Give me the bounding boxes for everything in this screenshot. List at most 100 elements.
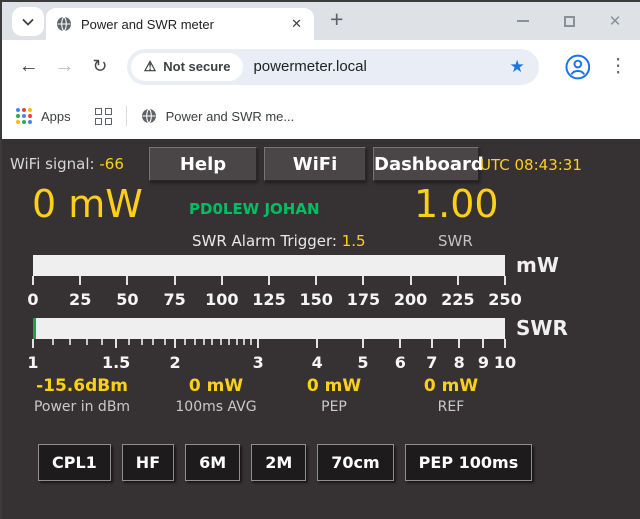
swr-alarm-trigger: SWR Alarm Trigger: 1.5 bbox=[192, 232, 366, 250]
stat-value: 0 mW bbox=[175, 376, 256, 396]
not-secure-chip[interactable]: ⚠ Not secure bbox=[131, 53, 244, 81]
tab-close-icon[interactable]: ✕ bbox=[289, 16, 304, 32]
meter-major-tick bbox=[257, 339, 259, 348]
meter-tick-label: 125 bbox=[252, 290, 285, 309]
stat-value: 0 mW bbox=[307, 376, 361, 396]
tab-search-button[interactable] bbox=[12, 7, 44, 36]
header-button-dashboard[interactable]: Dashboard bbox=[373, 147, 479, 181]
apps-label[interactable]: Apps bbox=[41, 109, 71, 124]
stat-value: 0 mW bbox=[424, 376, 478, 396]
globe-bookmark-icon bbox=[141, 108, 157, 124]
tab-strip: Power and SWR meter ✕ + ✕ bbox=[2, 2, 640, 40]
reading-list-grid-icon[interactable] bbox=[95, 108, 112, 125]
meter-minor-tick bbox=[203, 339, 205, 345]
meter-minor-tick bbox=[211, 339, 213, 345]
meter-major-tick bbox=[504, 339, 506, 348]
address-bar[interactable]: ⚠ Not secure powermeter.local ★ bbox=[127, 49, 539, 85]
meter-unit-label: SWR bbox=[516, 318, 568, 339]
header-buttons: HelpWiFiDashboard bbox=[149, 147, 479, 181]
swr-caption: SWR bbox=[438, 232, 473, 250]
meter-major-tick bbox=[399, 339, 401, 348]
url-text[interactable]: powermeter.local bbox=[253, 58, 509, 75]
meter-major-tick bbox=[458, 339, 460, 348]
new-tab-button[interactable]: + bbox=[330, 6, 343, 33]
warning-icon: ⚠ bbox=[144, 58, 157, 75]
meter-major-tick bbox=[268, 276, 270, 285]
meter-minor-tick bbox=[243, 339, 245, 345]
meter-tick-label: 150 bbox=[299, 290, 332, 309]
stat-label: 100ms AVG bbox=[175, 399, 256, 415]
maximize-button[interactable] bbox=[546, 2, 592, 40]
bookmark-item[interactable]: Power and SWR me... bbox=[141, 108, 295, 124]
window-controls: ✕ bbox=[500, 2, 638, 40]
meter-tick-label: 1.5 bbox=[102, 353, 130, 372]
apps-grid-icon[interactable] bbox=[16, 108, 32, 124]
meter-tick-label: 7 bbox=[426, 353, 437, 372]
wifi-signal: WiFi signal: -66 bbox=[10, 155, 124, 173]
browser-toolbar: ← → ↻ ⚠ Not secure powermeter.local ★ ⋮ bbox=[2, 40, 640, 93]
band-button-70cm[interactable]: 70cm bbox=[317, 444, 393, 481]
meter-minor-tick bbox=[236, 339, 238, 345]
meter-bar bbox=[33, 318, 505, 339]
swr-alarm-value: 1.5 bbox=[342, 232, 366, 250]
globe-favicon-icon bbox=[56, 16, 72, 32]
meter-tick-label: 10 bbox=[494, 353, 516, 372]
callsign: PD0LEW JOHAN bbox=[189, 200, 320, 218]
band-button-hf[interactable]: HF bbox=[122, 444, 174, 481]
menu-kebab-icon[interactable]: ⋮ bbox=[608, 55, 628, 78]
meter-tick-label: 0 bbox=[27, 290, 38, 309]
band-button-pep-100ms[interactable]: PEP 100ms bbox=[405, 444, 533, 481]
band-button-2m[interactable]: 2M bbox=[251, 444, 306, 481]
swr-value: 1.00 bbox=[414, 182, 499, 226]
meter-ticks bbox=[33, 339, 505, 350]
stat-label: PEP bbox=[307, 399, 361, 415]
band-button-cpl1[interactable]: CPL1 bbox=[38, 444, 111, 481]
meter-tick-label: 75 bbox=[163, 290, 185, 309]
meter-minor-tick bbox=[194, 339, 196, 345]
header-button-wifi[interactable]: WiFi bbox=[264, 147, 366, 181]
meter-tick-labels: 11.52345678910 bbox=[33, 353, 505, 373]
meter-tick-label: 1 bbox=[27, 353, 38, 372]
power-swr-meter-page: WiFi signal: -66 HelpWiFiDashboard UTC 0… bbox=[2, 139, 640, 519]
meter-minor-tick bbox=[164, 339, 166, 345]
swr-alarm-label: SWR Alarm Trigger: bbox=[192, 232, 337, 250]
reload-button[interactable]: ↻ bbox=[85, 56, 115, 77]
meter-tick-label: 50 bbox=[116, 290, 138, 309]
close-window-button[interactable]: ✕ bbox=[592, 2, 638, 40]
meter-major-tick bbox=[457, 276, 459, 285]
bookmark-star-icon[interactable]: ★ bbox=[509, 57, 524, 77]
meter-major-tick bbox=[362, 276, 364, 285]
utc-clock: UTC 08:43:31 bbox=[480, 156, 582, 174]
chevron-down-icon bbox=[22, 18, 34, 26]
bookmarks-bar: Apps Power and SWR me... bbox=[2, 93, 640, 139]
meter-tick-label: 175 bbox=[347, 290, 380, 309]
meter-major-tick bbox=[410, 276, 412, 285]
meter-minor-tick bbox=[228, 339, 230, 345]
meter-major-tick bbox=[79, 276, 81, 285]
band-button-6m[interactable]: 6M bbox=[185, 444, 240, 481]
forward-button[interactable]: → bbox=[50, 55, 80, 78]
meter-tick-label: 8 bbox=[454, 353, 465, 372]
stat-100ms-avg: 0 mW 100ms AVG bbox=[175, 376, 256, 415]
meter-minor-tick bbox=[152, 339, 154, 345]
meter-tick-label: 5 bbox=[357, 353, 368, 372]
meter-major-tick bbox=[221, 276, 223, 285]
band-buttons: CPL1 HF 6M 2M 70cm PEP 100ms bbox=[38, 444, 532, 481]
swr-meter: 11.52345678910SWR bbox=[33, 318, 505, 373]
meter-minor-tick bbox=[184, 339, 186, 345]
meter-major-tick bbox=[315, 276, 317, 285]
back-button[interactable]: ← bbox=[14, 55, 44, 78]
meter-tick-label: 225 bbox=[441, 290, 474, 309]
meter-tick-label: 4 bbox=[312, 353, 323, 372]
active-tab[interactable]: Power and SWR meter ✕ bbox=[46, 8, 314, 40]
bookmarks-divider bbox=[126, 106, 127, 126]
meter-tick-label: 3 bbox=[253, 353, 264, 372]
header-button-help[interactable]: Help bbox=[149, 147, 257, 181]
meter-minor-tick bbox=[52, 339, 54, 345]
meter-major-tick bbox=[174, 276, 176, 285]
stat-ref: 0 mWREF bbox=[424, 376, 478, 415]
minimize-button[interactable] bbox=[500, 2, 546, 40]
profile-icon[interactable] bbox=[565, 54, 591, 80]
minimize-icon bbox=[517, 20, 529, 22]
meter-tick-label: 25 bbox=[69, 290, 91, 309]
